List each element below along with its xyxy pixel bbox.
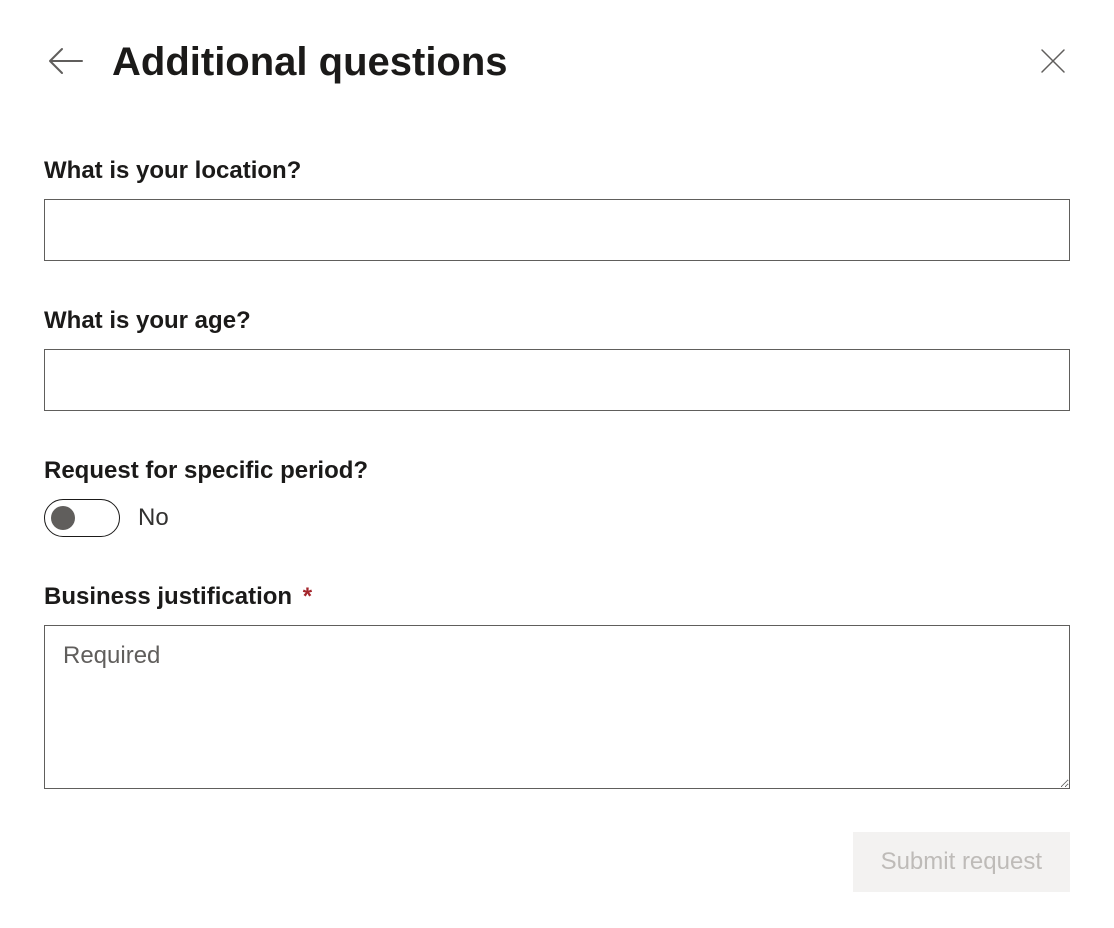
close-button[interactable] <box>1036 44 1070 81</box>
dialog-actions: Submit request <box>44 832 1070 892</box>
back-button[interactable] <box>44 43 88 82</box>
period-toggle[interactable] <box>44 499 120 537</box>
location-field: What is your location? <box>44 157 1070 261</box>
dialog-header: Additional questions <box>44 40 1070 85</box>
page-title: Additional questions <box>112 40 508 85</box>
close-icon <box>1040 48 1066 77</box>
back-arrow-icon <box>48 47 84 78</box>
toggle-thumb <box>51 506 75 530</box>
period-toggle-state: No <box>138 504 169 532</box>
age-field: What is your age? <box>44 307 1070 411</box>
period-field: Request for specific period? No <box>44 457 1070 537</box>
period-label: Request for specific period? <box>44 457 1070 485</box>
justification-field: Business justification * <box>44 583 1070 794</box>
location-input[interactable] <box>44 199 1070 261</box>
header-left: Additional questions <box>44 40 508 85</box>
age-label: What is your age? <box>44 307 1070 335</box>
justification-label: Business justification * <box>44 583 1070 611</box>
period-toggle-row: No <box>44 499 1070 537</box>
age-input[interactable] <box>44 349 1070 411</box>
justification-label-text: Business justification <box>44 583 292 610</box>
location-label: What is your location? <box>44 157 1070 185</box>
justification-input[interactable] <box>44 625 1070 789</box>
submit-button[interactable]: Submit request <box>853 832 1070 892</box>
required-indicator: * <box>303 583 312 610</box>
